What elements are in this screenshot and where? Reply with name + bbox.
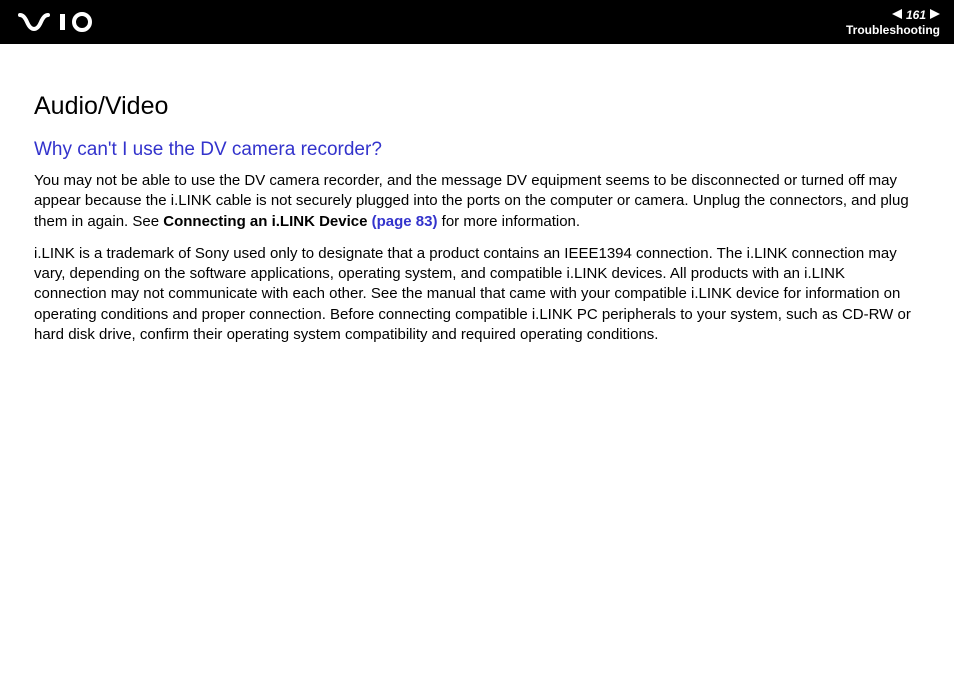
- paragraph-1: You may not be able to use the DV camera…: [34, 171, 920, 232]
- section-label: Troubleshooting: [846, 23, 940, 37]
- vaio-logo: [18, 11, 108, 33]
- section-title: Audio/Video: [34, 92, 920, 121]
- cross-reference-link[interactable]: (page 83): [367, 213, 437, 230]
- prev-page-arrow-icon[interactable]: [892, 8, 902, 22]
- question-heading: Why can't I use the DV camera recorder?: [34, 139, 920, 161]
- page-header: 161 Troubleshooting: [0, 0, 954, 44]
- paragraph-1-text-b: for more information.: [438, 213, 581, 230]
- next-page-arrow-icon[interactable]: [930, 8, 940, 22]
- page-number: 161: [906, 8, 926, 22]
- page-content: Audio/Video Why can't I use the DV camer…: [0, 44, 954, 345]
- pager: 161: [892, 8, 940, 22]
- cross-reference-title: Connecting an i.LINK Device: [163, 213, 367, 230]
- vaio-logo-icon: [18, 11, 108, 33]
- header-right: 161 Troubleshooting: [846, 8, 940, 37]
- paragraph-2: i.LINK is a trademark of Sony used only …: [34, 244, 920, 345]
